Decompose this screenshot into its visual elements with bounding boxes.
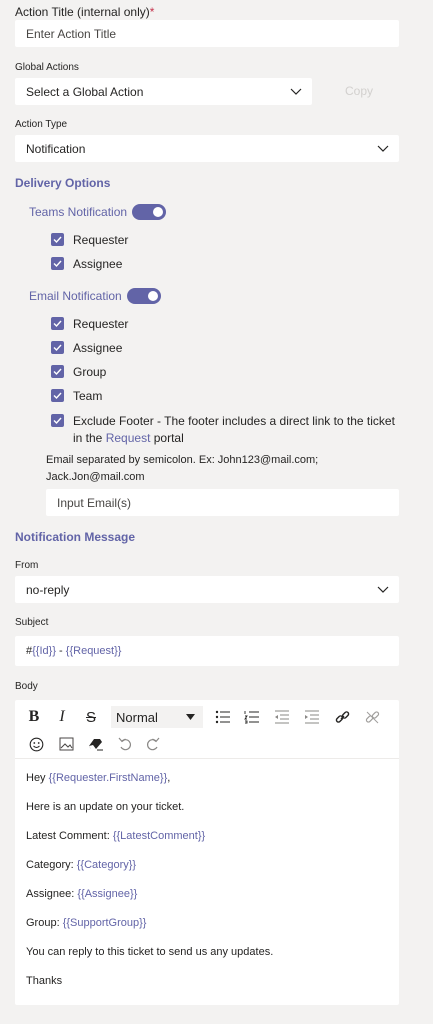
- request-link[interactable]: Request: [106, 431, 151, 445]
- body-line: Hey {{Requester.FirstName}},: [26, 772, 171, 784]
- checkbox-checked-icon[interactable]: [51, 365, 64, 378]
- checkbox-label: Assignee: [73, 341, 123, 355]
- exclude-footer-text: Exclude Footer - The footer includes a d…: [73, 414, 395, 428]
- bold-icon[interactable]: B: [25, 708, 43, 726]
- exclude-footer-text: in the: [73, 431, 106, 445]
- body-line: Here is an update on your ticket.: [26, 801, 185, 813]
- caret-down-icon: [186, 714, 195, 720]
- teams-notification-row: Teams Notification: [29, 204, 167, 220]
- email-notification-toggle[interactable]: [126, 288, 161, 304]
- redo-icon[interactable]: [144, 735, 162, 753]
- checkbox-checked-icon[interactable]: [51, 317, 64, 330]
- email-option-team[interactable]: Team: [51, 389, 102, 403]
- chevron-down-icon: [377, 145, 389, 152]
- strikethrough-icon[interactable]: S: [82, 708, 100, 726]
- checkbox-label: Team: [73, 389, 103, 403]
- decrease-indent-icon[interactable]: [273, 708, 291, 726]
- required-mark: *: [149, 5, 155, 19]
- italic-icon[interactable]: I: [53, 708, 71, 726]
- from-select[interactable]: no-reply: [15, 576, 399, 603]
- checkbox-label: Assignee: [73, 257, 123, 271]
- body-label: Body: [15, 681, 38, 692]
- clear-formatting-icon[interactable]: [87, 735, 105, 753]
- chevron-down-icon: [377, 586, 389, 593]
- body-editor[interactable]: B I S Normal Hey {{Requester.FirstName}}…: [15, 700, 399, 1005]
- action-type-select[interactable]: Notification: [15, 135, 399, 162]
- unlink-icon[interactable]: [363, 708, 381, 726]
- from-label: From: [15, 560, 39, 571]
- checkbox-checked-icon[interactable]: [51, 389, 64, 402]
- email-input[interactable]: Input Email(s): [46, 489, 399, 516]
- exclude-footer-text: portal: [150, 431, 184, 445]
- body-line: You can reply to this ticket to send us …: [26, 946, 274, 958]
- notification-message-heading: Notification Message: [15, 530, 136, 544]
- body-line: Latest Comment: {{LatestComment}}: [26, 830, 206, 842]
- checkbox-label: Requester: [73, 317, 129, 331]
- editor-toolbar: B I S Normal: [15, 700, 399, 759]
- emoji-icon[interactable]: [27, 735, 45, 753]
- checkbox-checked-icon[interactable]: [51, 233, 64, 246]
- undo-icon[interactable]: [116, 735, 134, 753]
- checkbox-checked-icon[interactable]: [51, 414, 64, 427]
- global-actions-label: Global Actions: [15, 62, 79, 73]
- copy-button[interactable]: Copy: [345, 84, 373, 98]
- email-hint: Email separated by semicolon. Ex: John12…: [46, 452, 318, 486]
- checkbox-label: Group: [73, 365, 107, 379]
- email-hint-line: Email separated by semicolon. Ex: John12…: [46, 454, 319, 466]
- body-line: Category: {{Category}}: [26, 859, 137, 871]
- numbered-list-icon[interactable]: [243, 708, 261, 726]
- action-type-label: Action Type: [15, 119, 68, 130]
- email-notification-row: Email Notification: [29, 288, 161, 304]
- exclude-footer-label: Exclude Footer - The footer includes a d…: [73, 413, 395, 447]
- email-option-assignee[interactable]: Assignee: [51, 341, 122, 355]
- delivery-options-heading: Delivery Options: [15, 176, 111, 190]
- body-line: Group: {{SupportGroup}}: [26, 917, 147, 929]
- subject-label: Subject: [15, 617, 49, 628]
- body-line: Thanks: [26, 975, 63, 987]
- bulleted-list-icon[interactable]: [214, 708, 232, 726]
- teams-notification-label: Teams Notification: [29, 205, 128, 219]
- email-option-group[interactable]: Group: [51, 365, 106, 379]
- teams-option-assignee[interactable]: Assignee: [51, 257, 122, 271]
- subject-text: #{{Id}} - {{Request}}: [26, 645, 122, 657]
- global-actions-value: Select a Global Action: [26, 84, 144, 99]
- global-actions-select[interactable]: Select a Global Action: [15, 78, 312, 105]
- action-form: Action Title (internal only)* Enter Acti…: [0, 0, 433, 1024]
- action-title-placeholder: Enter Action Title: [26, 26, 117, 41]
- email-option-exclude-footer[interactable]: Exclude Footer - The footer includes a d…: [51, 413, 395, 447]
- email-notification-label: Email Notification: [29, 289, 122, 303]
- email-hint-line: Jack.Jon@mail.com: [46, 471, 145, 483]
- body-line: Assignee: {{Assignee}}: [26, 888, 138, 900]
- teams-option-requester[interactable]: Requester: [51, 233, 128, 247]
- link-icon[interactable]: [333, 708, 351, 726]
- text-style-value: Normal: [116, 709, 158, 725]
- checkbox-checked-icon[interactable]: [51, 257, 64, 270]
- email-input-placeholder: Input Email(s): [57, 495, 132, 510]
- checkbox-label: Requester: [73, 233, 129, 247]
- chevron-down-icon: [290, 88, 302, 95]
- action-type-value: Notification: [26, 141, 86, 156]
- from-value: no-reply: [26, 582, 70, 597]
- image-icon[interactable]: [57, 735, 75, 753]
- text-style-select[interactable]: Normal: [111, 706, 203, 728]
- checkbox-checked-icon[interactable]: [51, 341, 64, 354]
- action-title-input[interactable]: Enter Action Title: [15, 20, 399, 47]
- subject-input[interactable]: #{{Id}} - {{Request}}: [15, 636, 399, 666]
- increase-indent-icon[interactable]: [303, 708, 321, 726]
- action-title-label: Action Title (internal only)*: [15, 5, 155, 19]
- teams-notification-toggle[interactable]: [132, 204, 167, 220]
- email-option-requester[interactable]: Requester: [51, 317, 128, 331]
